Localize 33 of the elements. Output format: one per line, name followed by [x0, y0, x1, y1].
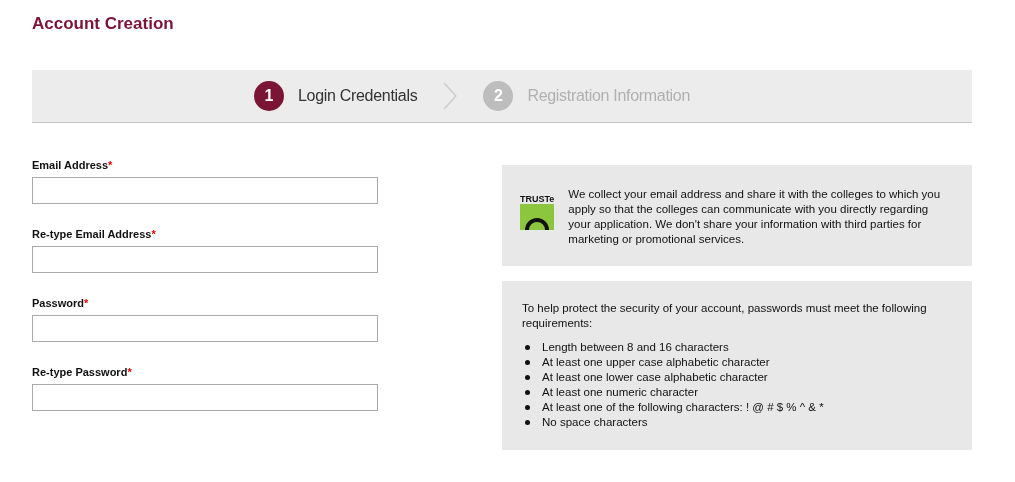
field-label: Re-type Email Address — [32, 228, 152, 242]
bullet-icon — [525, 345, 530, 350]
chevron-icon — [443, 82, 458, 110]
bullet-icon — [525, 420, 530, 425]
requirements-intro: To help protect the security of your account, passwords must meet the following requirements: — [522, 301, 928, 331]
seal-icon — [520, 204, 554, 230]
privacy-text: We collect your email address and share it with the colleges to which you apply so that the colleges can communicate with you directly regarding your application. We don't share your information with third parties for marketing or promotional services. — [568, 187, 942, 247]
requirement-item: Length between 8 and 16 characters — [542, 340, 729, 355]
required-asterisk: * — [127, 366, 132, 380]
field-label: Password — [32, 297, 84, 311]
input-field[interactable] — [32, 246, 378, 273]
step-label[interactable]: Login Credentials — [297, 87, 418, 105]
requirement-item: At least one numeric character — [542, 385, 698, 400]
input-field[interactable] — [32, 177, 378, 204]
requirement-item: At least one of the following characters: ! @ # $ % ^ & * — [542, 400, 824, 415]
bullet-icon — [525, 375, 530, 380]
bullet-icon — [525, 405, 530, 410]
requirement-item: At least one upper case alphabetic character — [542, 355, 770, 370]
requirement-item: No space characters — [542, 415, 648, 430]
field-label: Re-type Password — [32, 366, 128, 380]
field-label: Email Address — [32, 159, 108, 173]
required-asterisk: * — [83, 297, 89, 311]
page-title: Account Creation — [32, 14, 175, 35]
step-number: 2 — [483, 81, 514, 111]
badge-label: TRUSTe — [520, 194, 555, 204]
required-asterisk: * — [108, 159, 113, 173]
required-asterisk: * — [151, 228, 156, 242]
bullet-icon — [525, 360, 530, 365]
bullet-icon — [525, 390, 530, 395]
step-number: 1 — [253, 81, 284, 111]
requirement-item: At least one lower case alphabetic character — [542, 370, 768, 385]
input-field[interactable] — [32, 384, 378, 411]
input-field[interactable] — [32, 315, 378, 342]
